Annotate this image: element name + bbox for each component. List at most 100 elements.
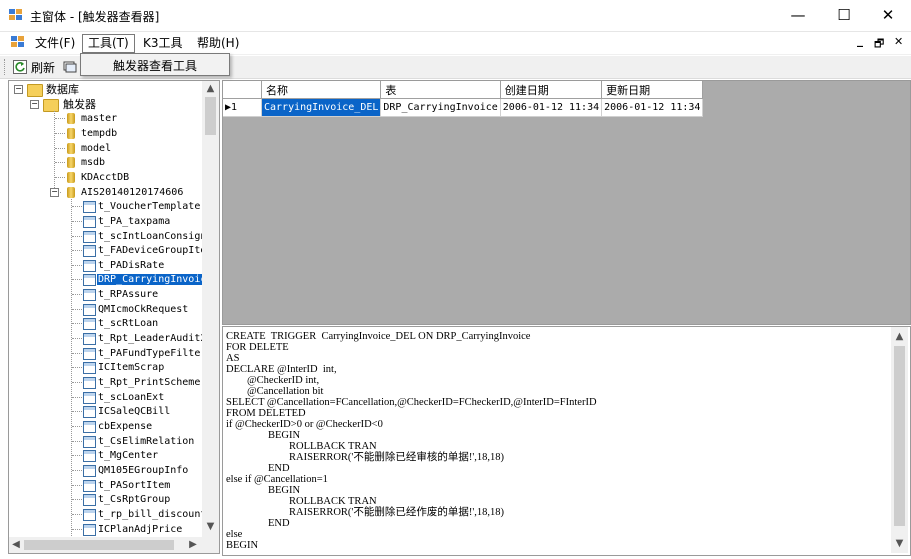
database-tree[interactable]: − 数据库 − 触发器 master tempdb model msdb KDAcctDB − AI…: [8, 80, 220, 554]
tree-item-table[interactable]: t_scIntLoanConsign: [97, 229, 207, 244]
tree-node-label: t_PASortItem: [98, 479, 171, 491]
tree-item-table[interactable]: t_MgCenter: [97, 448, 159, 463]
mdi-child-icon[interactable]: [11, 36, 25, 48]
table-icon: [83, 215, 96, 228]
cell-updated[interactable]: 2006-01-12 11:34: [601, 98, 704, 117]
window-title: 主窗体 - [触发器查看器]: [30, 10, 160, 24]
scroll-right-icon[interactable]: ▶: [187, 539, 199, 550]
tree-item-table[interactable]: t_PAFundTypeFilterI: [97, 346, 213, 361]
mdi-close-button[interactable]: ✕: [894, 35, 903, 48]
tree-item-table[interactable]: t_scRtLoan: [97, 316, 159, 331]
tree-item-table[interactable]: t_PA_taxpama: [97, 214, 171, 229]
tree-node-label: model: [81, 142, 112, 154]
collapse-icon[interactable]: −: [30, 99, 39, 109]
mdi-minimize-button[interactable]: _: [857, 33, 863, 47]
tree-item-table[interactable]: DRP_CarryingInvoice: [95, 272, 215, 287]
table-icon: [83, 303, 96, 316]
collapse-icon[interactable]: −: [50, 187, 59, 197]
menu-item-trigger-viewer[interactable]: 触发器查看工具: [113, 57, 197, 74]
table-icon: [83, 377, 96, 389]
tree-item-database-4[interactable]: KDAcctDB: [80, 170, 130, 185]
grid-header-name[interactable]: 名称: [261, 81, 382, 99]
grid-header-created[interactable]: 创建日期: [500, 81, 603, 99]
tree-item-table[interactable]: QMIcmoCkRequest: [97, 302, 189, 317]
tree-item-table[interactable]: t_scLoanExt: [97, 390, 165, 405]
tree-guide-line: [72, 264, 82, 266]
table-icon: [83, 508, 96, 521]
maximize-button[interactable]: ☐: [821, 0, 867, 31]
tree-item-table[interactable]: t_CsRptGroup: [97, 492, 171, 507]
tree-item-database-1[interactable]: tempdb: [80, 126, 118, 141]
tree-item-table[interactable]: ICItemScrap: [97, 360, 165, 375]
tree-item-table[interactable]: t_PASortItem: [97, 478, 171, 493]
tree-item-table[interactable]: cbExpense: [97, 419, 153, 434]
view-icon[interactable]: [63, 60, 77, 74]
tree-guide-line: [55, 162, 65, 164]
tree-item-table[interactable]: t_Rpt_PrintScheme: [97, 375, 201, 390]
scroll-down-icon[interactable]: ▼: [891, 538, 908, 549]
tree-item-table[interactable]: t_CsElimRelation: [97, 434, 195, 449]
tree-node-triggers[interactable]: 触发器: [62, 97, 97, 112]
collapse-icon[interactable]: −: [14, 85, 23, 94]
tree-vertical-scrollbar[interactable]: ▲ ▼: [202, 81, 219, 537]
tree-horizontal-scrollbar[interactable]: ◀ ▶: [9, 537, 202, 553]
row-marker[interactable]: ▶1: [223, 98, 262, 117]
cell-name[interactable]: CarryingInvoice_DEL: [261, 98, 382, 117]
sql-vscroll-thumb[interactable]: [894, 346, 905, 526]
table-icon: [83, 362, 96, 375]
cell-created[interactable]: 2006-01-12 11:34: [500, 98, 603, 117]
tree-guide-line: [72, 323, 82, 325]
scroll-up-icon[interactable]: ▲: [202, 83, 219, 94]
tree-guide-line: [55, 147, 65, 149]
table-icon: [83, 201, 96, 214]
tree-item-database-2[interactable]: model: [80, 141, 112, 156]
tree-item-table[interactable]: t_VoucherTemplate: [97, 199, 201, 214]
database-icon: [67, 171, 75, 183]
sql-vertical-scrollbar[interactable]: ▲ ▼: [891, 327, 908, 553]
tree-item-table[interactable]: t_RPAssure: [97, 287, 159, 302]
trigger-grid[interactable]: 名称 表 创建日期 更新日期 ▶1 CarryingInvoice_DEL DR…: [223, 81, 704, 117]
database-icon: [67, 127, 75, 139]
title-bar[interactable]: 主窗体 - [触发器查看器] — ☐ ✕: [0, 0, 911, 32]
menu-file[interactable]: 文件(F): [30, 35, 80, 52]
tree-item-table[interactable]: t_Rpt_LeaderAudit2: [97, 331, 207, 346]
refresh-icon[interactable]: [13, 60, 27, 74]
tree-vscroll-thumb[interactable]: [205, 97, 216, 135]
tree-node-root[interactable]: 数据库: [45, 82, 80, 97]
tree-node-label: t_Rpt_PrintScheme: [98, 377, 201, 388]
sql-text-panel[interactable]: CREATE TRIGGER CarryingInvoice_DEL ON DR…: [222, 326, 911, 556]
tree-guide-line: [55, 132, 65, 134]
menu-tools[interactable]: 工具(T): [82, 34, 135, 53]
menu-k3-tools[interactable]: K3工具: [138, 35, 188, 52]
tree-guide-line: [72, 440, 82, 442]
trigger-sql-text[interactable]: CREATE TRIGGER CarryingInvoice_DEL ON DR…: [226, 331, 597, 551]
scroll-left-icon[interactable]: ◀: [10, 539, 22, 550]
menu-help[interactable]: 帮助(H): [192, 35, 244, 52]
tree-item-table[interactable]: ICSaleQCBill: [97, 404, 171, 419]
tree-item-table[interactable]: QM105EGroupInfo: [97, 463, 189, 478]
tree-node-label: t_scLoanExt: [98, 391, 165, 403]
scroll-down-icon[interactable]: ▼: [202, 521, 219, 532]
mdi-restore-button[interactable]: 🗗: [874, 35, 884, 54]
grid-header-table[interactable]: 表: [380, 81, 501, 99]
tree-item-database-5[interactable]: AIS20140120174606: [80, 185, 184, 200]
grid-header-updated[interactable]: 更新日期: [601, 81, 704, 99]
minimize-button[interactable]: —: [775, 0, 821, 31]
tree-item-table[interactable]: t_rp_bill_discount: [97, 507, 207, 522]
toolbar-grip[interactable]: [4, 59, 7, 75]
tree-item-table[interactable]: t_FADeviceGroupItem: [97, 243, 213, 258]
tree-node-label: master: [81, 113, 118, 125]
table-icon: [83, 435, 96, 448]
tree-hscroll-thumb[interactable]: [24, 540, 174, 550]
tree-node-label: 数据库: [46, 83, 79, 96]
table-row[interactable]: ▶1 CarryingInvoice_DEL DRP_CarryingInvoi…: [223, 98, 704, 117]
tree-item-table[interactable]: ICPlanAdjPrice: [97, 522, 183, 537]
tree-item-database-0[interactable]: master: [80, 111, 118, 126]
tree-item-table[interactable]: t_PADisRate: [97, 258, 165, 273]
tree-item-database-3[interactable]: msdb: [80, 155, 106, 170]
close-button[interactable]: ✕: [865, 0, 911, 31]
tree-guide-line: [72, 206, 82, 208]
refresh-button[interactable]: 刷新: [31, 59, 55, 76]
scroll-up-icon[interactable]: ▲: [891, 331, 908, 342]
cell-table[interactable]: DRP_CarryingInvoice: [380, 98, 501, 117]
